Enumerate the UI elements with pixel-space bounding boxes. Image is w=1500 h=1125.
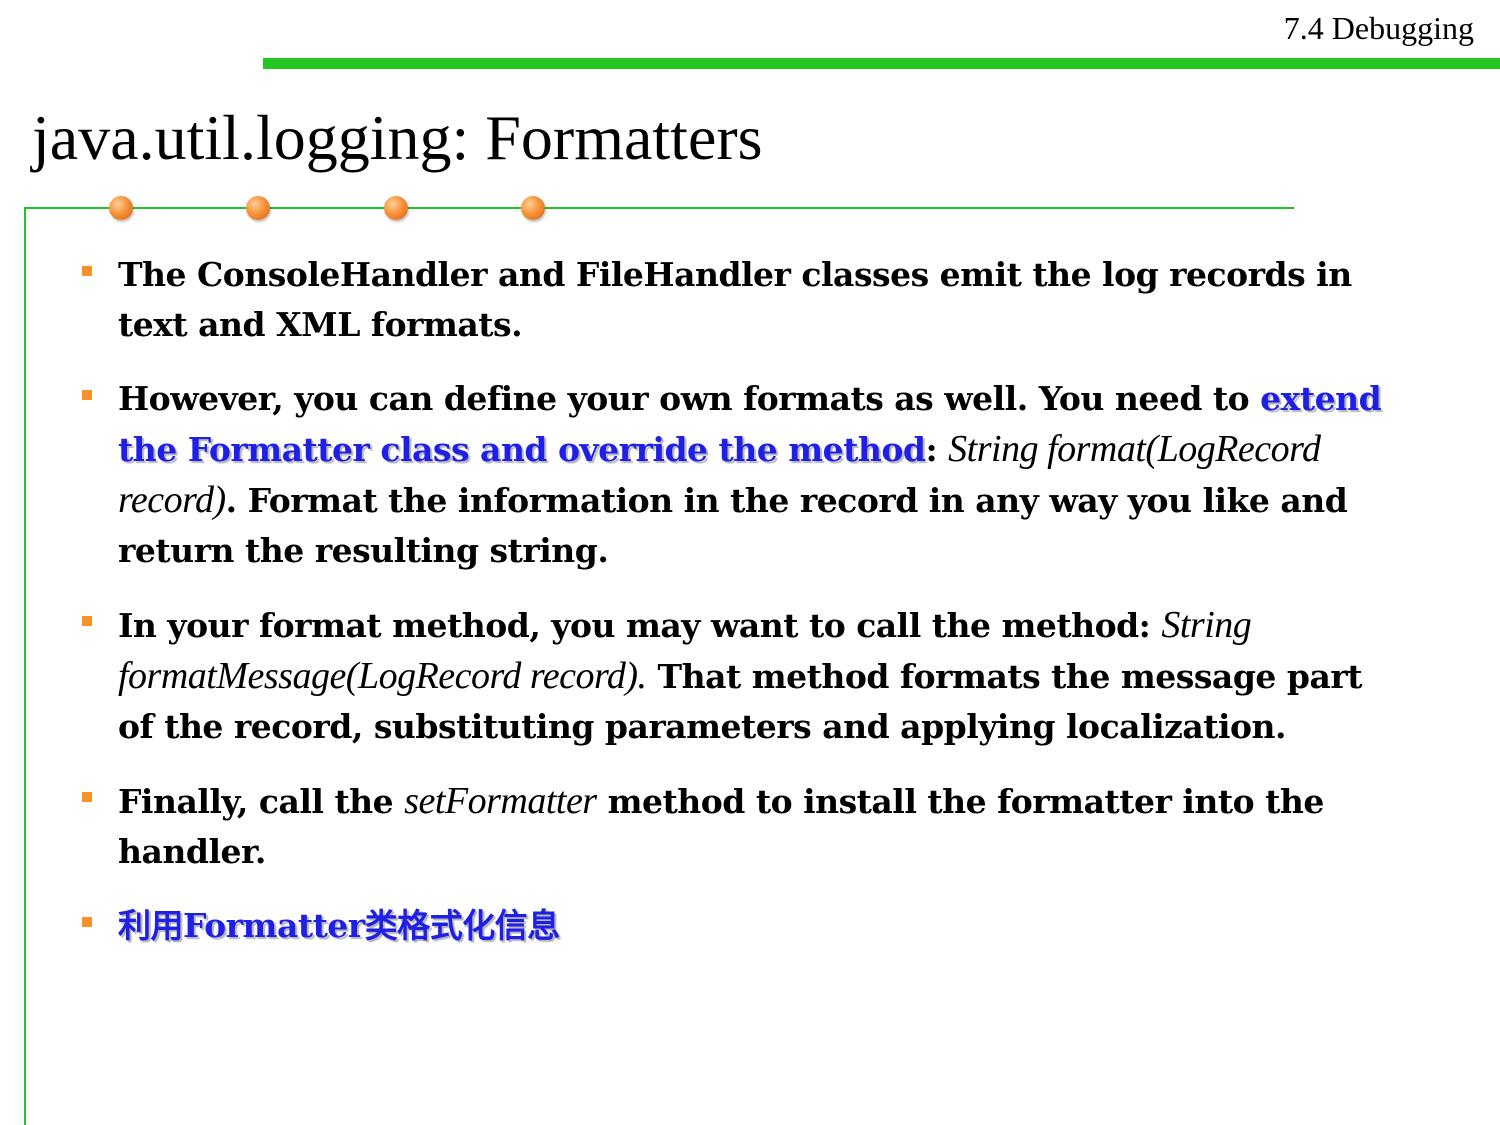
orange-dot-icon (384, 196, 408, 220)
orange-dot-icon (246, 196, 270, 220)
bullet-text: In your format method, you may want to c… (118, 606, 1162, 645)
square-bullet-icon (82, 917, 92, 927)
bullet-text: . Format the information in the record i… (118, 481, 1348, 570)
bullet-text: : (925, 430, 949, 469)
bullet-text: Finally, call the (118, 782, 405, 821)
content-frame-left-line (24, 207, 26, 1125)
bullet-item-custom-formats: However, you can define your own formats… (82, 374, 1382, 576)
bullet-list: The ConsoleHandler and FileHandler class… (82, 250, 1382, 975)
content-frame-top-line (24, 207, 1294, 209)
bullet-text: However, you can define your own formats… (118, 379, 1261, 418)
bullet-text: The ConsoleHandler and FileHandler class… (118, 255, 1352, 344)
orange-dot-icon (109, 196, 133, 220)
square-bullet-icon (82, 266, 92, 276)
highlighted-text: 利用Formatter类格式化信息 (118, 906, 560, 945)
square-bullet-icon (82, 616, 92, 626)
code-method-name: setFormatter (404, 780, 597, 822)
bullet-item-chinese-summary: 利用Formatter类格式化信息 (82, 901, 1382, 951)
bullet-item-format-message: In your format method, you may want to c… (82, 600, 1382, 752)
bullet-item-handlers: The ConsoleHandler and FileHandler class… (82, 250, 1382, 350)
orange-dot-icon (521, 196, 545, 220)
bullet-item-set-formatter: Finally, call the setFormatter method to… (82, 776, 1382, 877)
square-bullet-icon (82, 390, 92, 400)
square-bullet-icon (82, 792, 92, 802)
header-accent-bar (263, 58, 1500, 69)
section-label: 7.4 Debugging (1283, 10, 1474, 46)
slide-title: java.util.logging: Formatters (32, 102, 763, 173)
